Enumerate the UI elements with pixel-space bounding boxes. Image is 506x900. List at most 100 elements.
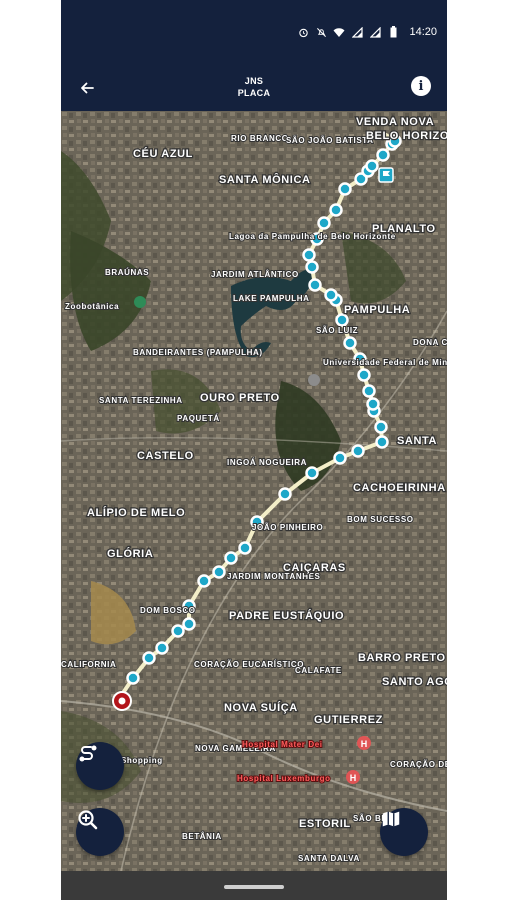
map-label: DONA CLARA [413,338,447,347]
map-label: OURO PRETO [200,392,280,404]
system-nav-bar [61,871,447,900]
route-point[interactable] [357,368,371,382]
map-label: INGOÁ NOGUEIRA [227,458,307,467]
map-label: Lagoa da Pampulha de Belo Horizonte [229,232,396,241]
route-point[interactable] [238,541,252,555]
map-label: SANTA MÔNICA [219,173,311,186]
map-label: VENDA NOVA [356,116,434,128]
status-bar: 14:20 [61,0,447,65]
route-point[interactable] [305,466,319,480]
route-point[interactable] [317,216,331,230]
route-point[interactable] [308,278,322,292]
map-label: ESTORIL [299,818,351,830]
map-label: GUTIERREZ [314,714,383,726]
map-label: GLÓRIA [107,547,153,560]
map-label: CASTELO [137,450,194,462]
map-label: ALÍPIO DE MELO [87,506,185,519]
start-marker[interactable] [112,691,132,711]
info-icon: i [418,78,424,94]
route-point[interactable] [375,435,389,449]
route-point[interactable] [155,641,169,655]
route-point[interactable] [126,671,140,685]
status-time: 14:20 [409,26,437,38]
route-point[interactable] [278,487,292,501]
map-label: Hospital Mater Dei [242,740,323,749]
map-label: BRAÚNAS [105,268,149,277]
route-point[interactable] [333,451,347,465]
status-icons: 14:20 [297,26,437,38]
route-button[interactable] [76,742,124,790]
route-point[interactable] [197,574,211,588]
map-icon [382,811,400,827]
svg-text:H: H [361,739,368,749]
wifi-icon [333,26,345,38]
app-bar: JNS PLACA i [61,65,447,111]
map-label: BANDEIRANTES (PAMPULHA) [133,348,263,357]
route-point[interactable] [374,420,388,434]
map-label: SANTO AGOSTINHO [382,676,447,688]
route-point[interactable] [142,651,156,665]
route-point[interactable] [351,444,365,458]
map-label: DOM BOSCO [140,606,196,615]
route-point[interactable] [182,617,196,631]
map-label: JOÃO PINHEIRO [252,523,323,532]
map-label: SANTA TEREZINHA [99,396,183,405]
signal-icon [351,26,363,38]
map-label: NOVA SUÍÇA [224,701,298,714]
university-pin[interactable] [308,374,320,386]
signal-icon [369,26,381,38]
route-point[interactable] [376,148,390,162]
map-label: JARDIM ATLÂNTICO [211,270,299,279]
page-subtitle: PLACA [237,88,271,98]
map-label: PADRE EUSTÁQUIO [229,609,344,622]
map-layers-button[interactable] [380,808,428,856]
route-icon [79,745,97,762]
map-label: CALIFORNIA [61,660,116,669]
route-point[interactable] [224,551,238,565]
map-label: CÉU AZUL [133,147,193,160]
map-label: BETÂNIA [182,832,222,841]
svg-text:H: H [350,773,357,783]
map-view[interactable]: H H RIO BRANCO SÃO JOÃO BATISTA VENDA NO… [61,111,447,871]
map-label: SÃO LUIZ [316,326,358,335]
phone-screen: 14:20 JNS PLACA i H H RIO BRANCO SÃO JOÃ… [61,0,447,900]
map-label: SANTA [397,435,437,447]
map-label: Hospital Luxemburgo [237,774,331,783]
zoo-pin[interactable] [134,296,146,308]
route-point[interactable] [171,624,185,638]
map-label: PAQUETÁ [177,414,220,423]
map-label: Zoobotânica [65,302,119,311]
map-label: RIO BRANCO [231,134,289,143]
zoom-in-icon [78,810,98,830]
flag-icon[interactable] [378,167,394,183]
map-label: SÃO JOÃO BATISTA [286,136,374,145]
route-point[interactable] [343,336,357,350]
battery-icon [387,26,399,38]
route-point[interactable] [305,260,319,274]
info-button[interactable]: i [411,76,431,96]
route-point[interactable] [366,397,380,411]
alarm-icon [297,26,309,38]
home-indicator[interactable] [224,885,284,889]
map-label: BOM SUCESSO [347,515,414,524]
page-title: JNS [244,76,264,86]
route-point[interactable] [302,248,316,262]
map-label: BELO HORIZONTE [366,130,447,142]
map-label: SANTA DALVA [298,854,360,863]
route-point[interactable] [212,565,226,579]
map-label: CACHOEIRINHA [353,482,446,494]
zoom-button[interactable] [76,808,124,856]
hospital-pin[interactable]: H [346,770,360,784]
route-point[interactable] [365,159,379,173]
route-point[interactable] [324,288,338,302]
route-point[interactable] [335,313,349,327]
app-bar-titles: JNS PLACA [61,75,447,99]
map-label: Shopping [121,756,163,765]
hospital-pin[interactable]: H [357,736,371,750]
route-point[interactable] [338,182,352,196]
map-label: CAIÇARAS [283,562,346,574]
map-label: PAMPULHA [344,304,410,316]
route-point[interactable] [362,384,376,398]
route-point[interactable] [329,203,343,217]
map-label: CORAÇÃO EUCARÍSTICO [194,660,304,669]
